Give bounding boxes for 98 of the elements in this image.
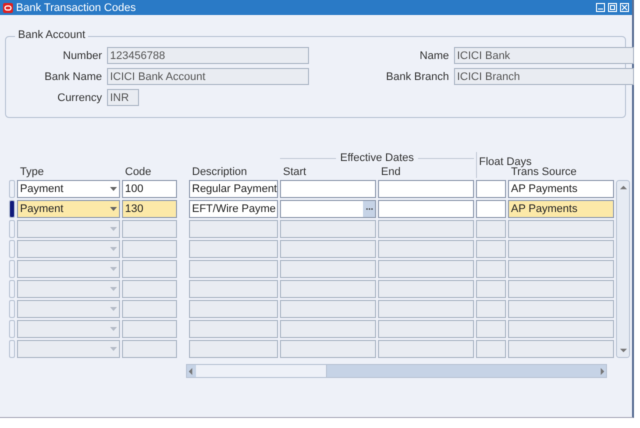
scroll-thumb[interactable] (196, 365, 327, 377)
lov-button[interactable] (363, 201, 375, 217)
input-field[interactable] (476, 200, 506, 218)
scroll-right-icon[interactable] (599, 368, 606, 374)
input-field[interactable] (378, 180, 474, 198)
input-field[interactable]: EFT/Wire Payme (189, 200, 278, 218)
input-field[interactable] (122, 320, 177, 338)
column-header: End (380, 166, 402, 178)
input-field[interactable] (508, 260, 614, 278)
window-title: Bank Transaction Codes (16, 2, 137, 14)
dropdown-field[interactable] (17, 260, 120, 278)
dropdown-field[interactable]: Payment (17, 180, 120, 198)
input-field[interactable] (280, 280, 376, 298)
input-field[interactable] (280, 300, 376, 318)
input-field[interactable] (280, 200, 376, 218)
input-field[interactable] (378, 280, 474, 298)
input-field[interactable] (280, 240, 376, 258)
input-field[interactable] (280, 220, 376, 238)
dropdown-field[interactable] (17, 300, 120, 318)
input-field[interactable] (189, 260, 278, 278)
field-label: Currency (56, 92, 102, 104)
input-field[interactable] (189, 280, 278, 298)
dropdown-field[interactable] (17, 280, 120, 298)
input-field[interactable] (280, 320, 376, 338)
dropdown-field[interactable] (17, 240, 120, 258)
dropdown-arrow-icon[interactable] (110, 187, 117, 191)
input-field[interactable] (378, 340, 474, 358)
column-header: Description (191, 166, 248, 178)
field-label: Bank Branch (385, 70, 449, 82)
input-field[interactable] (476, 240, 506, 258)
group-title: Bank Account (15, 29, 88, 41)
input-field[interactable] (476, 220, 506, 238)
input-field[interactable]: ICICI Branch (454, 68, 634, 85)
input-field[interactable]: AP Payments (508, 200, 614, 218)
input-field[interactable] (122, 220, 177, 238)
input-field[interactable] (508, 300, 614, 318)
input-field[interactable] (508, 320, 614, 338)
input-field[interactable] (476, 260, 506, 278)
column-header: Float Days (479, 156, 532, 168)
input-field[interactable] (189, 320, 278, 338)
input-field[interactable] (122, 260, 177, 278)
column-group-header: Effective Dates (340, 152, 414, 164)
input-field[interactable]: ICICI Bank Account (107, 68, 309, 85)
input-field[interactable]: ICICI Bank (454, 47, 634, 64)
column-header: Code (124, 166, 152, 178)
input-field[interactable] (280, 340, 376, 358)
app-icon (3, 2, 13, 12)
field-label: Name (418, 50, 449, 62)
input-field[interactable]: 123456788 (107, 47, 309, 64)
input-field[interactable] (378, 200, 474, 218)
input-field[interactable]: AP Payments (508, 180, 614, 198)
dropdown-arrow-icon[interactable] (110, 207, 117, 211)
dropdown-field[interactable]: Payment (17, 200, 120, 218)
input-field[interactable] (476, 340, 506, 358)
scroll-up-icon[interactable] (620, 184, 626, 191)
scroll-left-icon[interactable] (187, 368, 194, 374)
input-field[interactable] (378, 320, 474, 338)
dropdown-field[interactable] (17, 320, 120, 338)
input-field[interactable] (508, 340, 614, 358)
column-header: Type (19, 166, 45, 178)
field-label: Number (62, 50, 102, 62)
input-field[interactable] (122, 240, 177, 258)
input-field[interactable] (378, 220, 474, 238)
input-field[interactable]: 130 (122, 200, 177, 218)
horizontal-scrollbar[interactable] (186, 364, 607, 378)
input-field[interactable] (476, 180, 506, 198)
column-header: Start (282, 166, 308, 178)
dropdown-field[interactable] (17, 340, 120, 358)
input-field[interactable]: Regular Payment (189, 180, 278, 198)
input-field[interactable] (476, 300, 506, 318)
minimize-icon[interactable] (596, 3, 605, 12)
dropdown-field[interactable] (17, 220, 120, 238)
field-label: Bank Name (44, 70, 102, 82)
input-field[interactable] (189, 240, 278, 258)
vertical-scrollbar[interactable] (616, 180, 630, 358)
input-field[interactable] (508, 240, 614, 258)
input-field[interactable] (122, 280, 177, 298)
input-field[interactable] (378, 260, 474, 278)
input-field[interactable] (280, 180, 376, 198)
input-field[interactable] (476, 320, 506, 338)
input-field[interactable] (189, 340, 278, 358)
input-field[interactable] (378, 240, 474, 258)
close-icon[interactable] (620, 3, 629, 12)
input-field[interactable] (508, 220, 614, 238)
input-field[interactable] (189, 220, 278, 238)
column-header: Trans Source (511, 166, 578, 178)
input-field[interactable]: INR (107, 89, 139, 106)
input-field[interactable] (122, 300, 177, 318)
input-field[interactable]: 100 (122, 180, 177, 198)
input-field[interactable] (280, 260, 376, 278)
input-field[interactable] (189, 300, 278, 318)
input-field[interactable] (508, 280, 614, 298)
row-indicator[interactable] (9, 200, 15, 218)
input-field[interactable] (476, 280, 506, 298)
input-field[interactable] (378, 300, 474, 318)
scroll-down-icon[interactable] (620, 347, 626, 354)
input-field[interactable] (122, 340, 177, 358)
maximize-icon[interactable] (608, 3, 617, 12)
